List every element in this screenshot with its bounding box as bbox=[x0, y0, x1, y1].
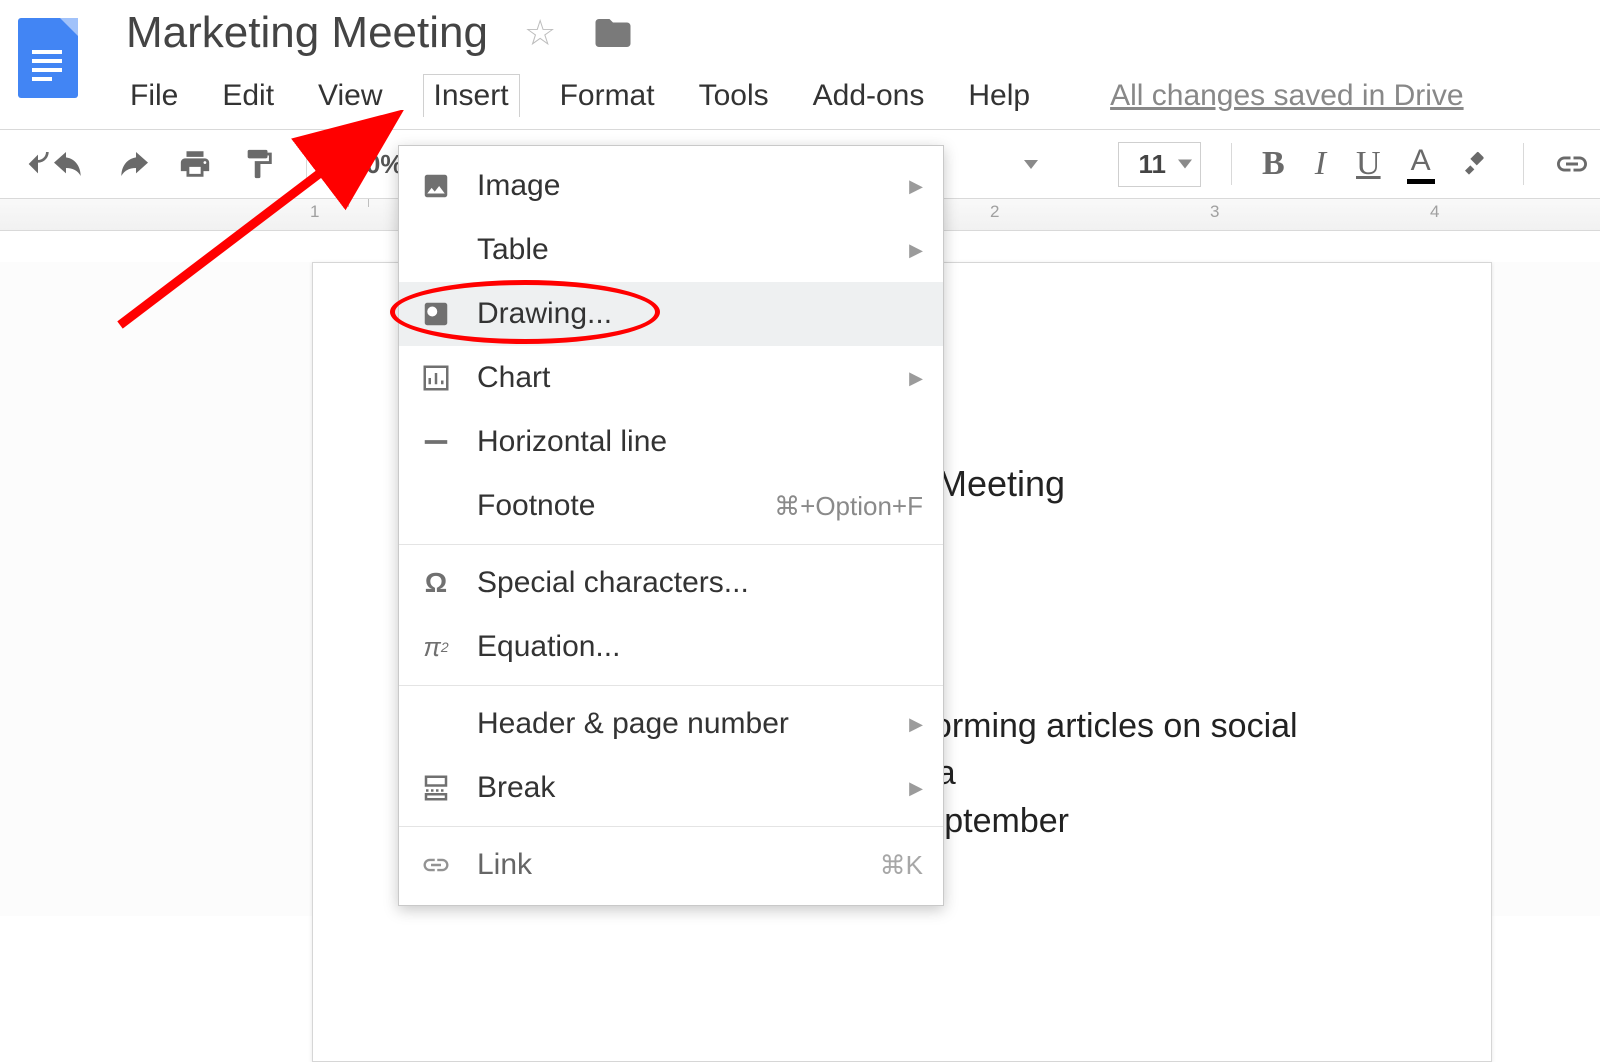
menu-edit[interactable]: Edit bbox=[218, 77, 278, 115]
font-size-select[interactable]: 11 bbox=[1118, 142, 1202, 187]
drawing-icon bbox=[417, 295, 455, 333]
ruler-mark-3: 3 bbox=[1210, 202, 1219, 222]
submenu-arrow-icon: ▶ bbox=[909, 240, 923, 261]
insert-break-label: Break bbox=[477, 771, 909, 805]
paint-format-button[interactable] bbox=[242, 147, 276, 181]
zoom-select[interactable]: 100% bbox=[337, 149, 404, 180]
insert-drawing-label: Drawing... bbox=[477, 297, 923, 331]
ruler-mark-4: 4 bbox=[1430, 202, 1439, 222]
italic-button[interactable]: I bbox=[1315, 145, 1326, 183]
ruler-mark-2: 2 bbox=[990, 202, 999, 222]
undo-button[interactable] bbox=[22, 148, 86, 180]
insert-equation[interactable]: π2 Equation... bbox=[399, 615, 943, 679]
break-icon bbox=[417, 769, 455, 807]
insert-table[interactable]: Table ▶ bbox=[399, 218, 943, 282]
insert-link-button[interactable] bbox=[1554, 146, 1590, 182]
insert-link-label: Link bbox=[477, 848, 880, 882]
insert-link[interactable]: Link ⌘K bbox=[399, 833, 943, 897]
insert-equation-label: Equation... bbox=[477, 630, 923, 664]
insert-horizontal-line[interactable]: Horizontal line bbox=[399, 410, 943, 474]
omega-icon: Ω bbox=[417, 564, 455, 602]
move-to-folder-icon[interactable] bbox=[592, 12, 634, 54]
submenu-arrow-icon: ▶ bbox=[909, 368, 923, 389]
underline-button[interactable]: U bbox=[1356, 145, 1381, 183]
chart-icon bbox=[417, 359, 455, 397]
menu-format[interactable]: Format bbox=[556, 77, 659, 115]
insert-chart-label: Chart bbox=[477, 361, 909, 395]
insert-drawing[interactable]: Drawing... bbox=[399, 282, 943, 346]
bold-button[interactable]: B bbox=[1262, 145, 1285, 183]
docs-logo[interactable] bbox=[18, 18, 78, 98]
insert-dropdown: Image ▶ Table ▶ Drawing... Chart ▶ Horiz… bbox=[398, 145, 944, 906]
menu-addons[interactable]: Add-ons bbox=[809, 77, 929, 115]
submenu-arrow-icon: ▶ bbox=[909, 714, 923, 735]
insert-header-pn-label: Header & page number bbox=[477, 707, 909, 741]
insert-special-characters[interactable]: Ω Special characters... bbox=[399, 551, 943, 615]
link-shortcut: ⌘K bbox=[880, 850, 923, 881]
highlight-button[interactable] bbox=[1461, 148, 1493, 180]
footnote-shortcut: ⌘+Option+F bbox=[774, 491, 923, 522]
insert-chart[interactable]: Chart ▶ bbox=[399, 346, 943, 410]
font-caret-icon[interactable] bbox=[1024, 160, 1038, 169]
insert-image-label: Image bbox=[477, 169, 909, 203]
menu-view[interactable]: View bbox=[314, 77, 386, 115]
link-icon bbox=[417, 846, 455, 884]
star-icon[interactable]: ☆ bbox=[524, 12, 556, 54]
print-button[interactable] bbox=[178, 147, 212, 181]
text-color-button[interactable]: A bbox=[1411, 144, 1431, 184]
save-status[interactable]: All changes saved in Drive bbox=[1110, 79, 1464, 113]
document-title[interactable]: Marketing Meeting bbox=[126, 8, 488, 58]
menu-insert[interactable]: Insert bbox=[423, 74, 520, 117]
font-size-value: 11 bbox=[1139, 149, 1167, 179]
insert-hline-label: Horizontal line bbox=[477, 425, 923, 459]
menu-bar: File Edit View Insert Format Tools Add-o… bbox=[126, 74, 1600, 117]
image-icon bbox=[417, 167, 455, 205]
menu-file[interactable]: File bbox=[126, 77, 182, 115]
insert-break[interactable]: Break ▶ bbox=[399, 756, 943, 820]
insert-table-label: Table bbox=[477, 233, 909, 267]
redo-button[interactable] bbox=[116, 152, 148, 176]
menu-tools[interactable]: Tools bbox=[695, 77, 773, 115]
insert-image[interactable]: Image ▶ bbox=[399, 154, 943, 218]
submenu-arrow-icon: ▶ bbox=[909, 778, 923, 799]
menu-help[interactable]: Help bbox=[964, 77, 1034, 115]
insert-header-page-number[interactable]: Header & page number ▶ bbox=[399, 692, 943, 756]
submenu-arrow-icon: ▶ bbox=[909, 176, 923, 197]
insert-special-chars-label: Special characters... bbox=[477, 566, 923, 600]
equation-icon: π2 bbox=[417, 628, 455, 666]
horizontal-line-icon bbox=[417, 423, 455, 461]
zoom-value: 100% bbox=[337, 149, 404, 180]
ruler-mark-1: 1 bbox=[310, 202, 319, 222]
insert-footnote[interactable]: Footnote ⌘+Option+F bbox=[399, 474, 943, 538]
chevron-down-icon bbox=[1178, 160, 1192, 169]
insert-footnote-label: Footnote bbox=[477, 489, 774, 523]
